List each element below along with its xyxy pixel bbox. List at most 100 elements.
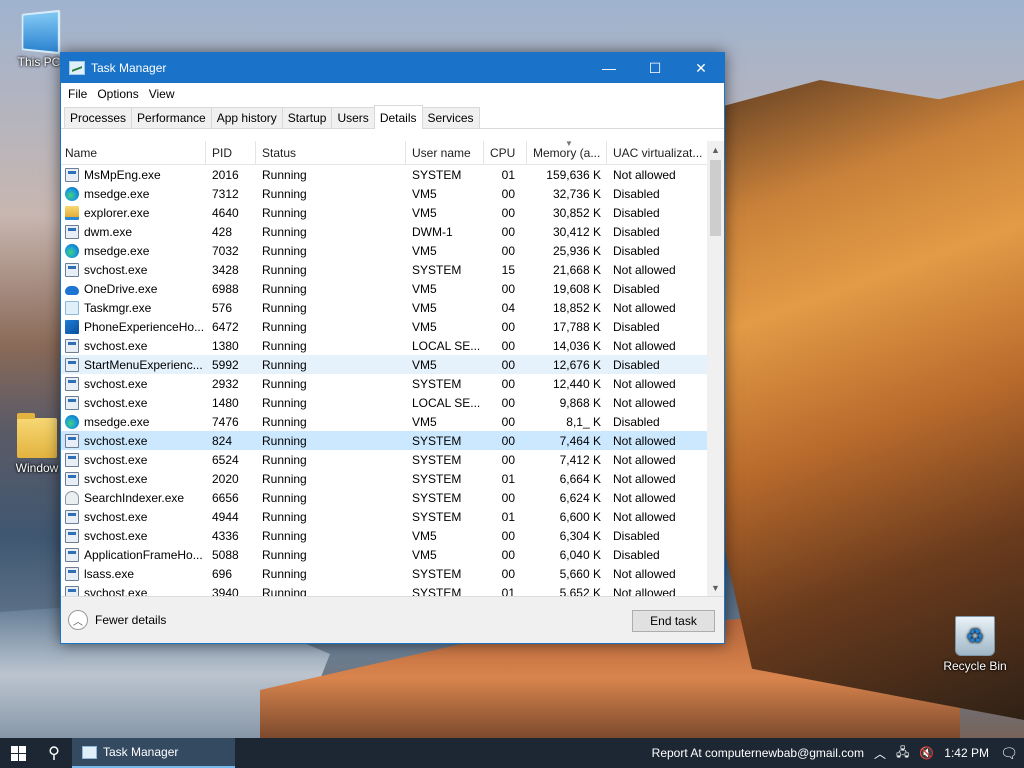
table-row[interactable]: ApplicationFrameHo... 5088 Running VM5 00 6,0… — [61, 545, 724, 564]
close-icon: ✕ — [695, 59, 707, 76]
table-row[interactable]: SearchIndexer.exe 6656 Running SYSTEM 00 6,62… — [61, 488, 724, 507]
user-cell: VM5 — [412, 205, 437, 220]
show-hidden-icons-icon[interactable]: ︿ — [869, 745, 891, 762]
tab-services[interactable]: Services — [421, 107, 480, 128]
process-name: MsMpEng.exe — [84, 167, 161, 182]
pid-cell: 1380 — [212, 338, 239, 353]
user-cell: SYSTEM — [412, 452, 462, 467]
end-task-button[interactable]: End task — [632, 610, 715, 632]
table-row[interactable]: OneDrive.exe 6988 Running VM5 00 19,608 K Disa… — [61, 279, 724, 298]
table-row[interactable]: msedge.exe 7476 Running VM5 00 8,1_ K Disabled — [61, 412, 724, 431]
table-row[interactable]: dwm.exe 428 Running DWM-1 00 30,412 K Disabled — [61, 222, 724, 241]
tab-details[interactable]: Details — [373, 105, 423, 129]
tray-report-text: Report At computernewbab@gmail.com — [651, 746, 864, 760]
search-button[interactable]: ⚲ — [36, 738, 72, 768]
tab-performance[interactable]: Performance — [131, 107, 212, 128]
process-name-cell: svchost.exe — [61, 374, 206, 393]
memory-cell: 5,652 K — [559, 585, 601, 597]
window-app-icon — [65, 262, 79, 277]
fewer-details-button[interactable]: ︿ Fewer details — [68, 610, 166, 630]
scroll-up-icon[interactable]: ▲ — [707, 141, 724, 158]
scroll-thumb[interactable] — [710, 160, 721, 236]
vertical-scrollbar[interactable]: ▲ ▼ — [707, 141, 724, 596]
notifications-icon[interactable]: 🗨 — [994, 745, 1024, 762]
user-cell: VM5 — [412, 319, 437, 334]
process-name-cell: OneDrive.exe — [61, 279, 206, 298]
window-app-icon — [65, 471, 79, 486]
taskbar-app-task-manager[interactable]: Task Manager — [72, 738, 235, 768]
table-row[interactable]: lsass.exe 696 Running SYSTEM 00 5,660 K Not al… — [61, 564, 724, 583]
pid-cell: 7476 — [212, 414, 239, 429]
table-row[interactable]: svchost.exe 4336 Running VM5 00 6,304 K Disabl… — [61, 526, 724, 545]
process-name-cell: lsass.exe — [61, 564, 206, 583]
table-row[interactable]: msedge.exe 7312 Running VM5 00 32,736 K Disabl… — [61, 184, 724, 203]
table-row[interactable]: StartMenuExperienc... 5992 Running VM5 00 12,… — [61, 355, 724, 374]
table-body: MsMpEng.exe 2016 Running SYSTEM 01 159,636 K N… — [61, 165, 724, 596]
desktop-icon-label: Recycle Bin — [943, 659, 1007, 673]
column-header-name[interactable]: Name — [61, 141, 206, 165]
menu-file[interactable]: File — [63, 87, 92, 101]
table-row[interactable]: MsMpEng.exe 2016 Running SYSTEM 01 159,636 K N… — [61, 165, 724, 184]
table-row[interactable]: explorer.exe 4640 Running VM5 00 30,852 K Disa… — [61, 203, 724, 222]
column-header-status[interactable]: Status — [256, 141, 406, 165]
window-title: Task Manager — [91, 61, 167, 75]
table-row[interactable]: svchost.exe 3940 Running SYSTEM 01 5,652 K Not… — [61, 583, 724, 596]
title-bar[interactable]: Task Manager — ☐ ✕ — [61, 53, 724, 83]
process-name: msedge.exe — [84, 186, 150, 201]
user-cell: SYSTEM — [412, 490, 462, 505]
minimize-button[interactable]: — — [586, 53, 632, 83]
memory-cell: 30,852 K — [552, 205, 601, 220]
user-cell: SYSTEM — [412, 167, 462, 182]
pid-cell: 3428 — [212, 262, 239, 277]
user-cell: SYSTEM — [412, 433, 462, 448]
cpu-cell: 00 — [501, 338, 515, 353]
tab-startup[interactable]: Startup — [281, 107, 333, 128]
status-cell: Running — [262, 585, 307, 597]
column-header-uac[interactable]: UAC virtualizat... — [607, 141, 709, 165]
tab-processes[interactable]: Processes — [64, 107, 133, 128]
uac-cell: Disabled — [613, 319, 660, 334]
cpu-cell: 00 — [501, 414, 515, 429]
column-header-cpu[interactable]: CPU — [484, 141, 527, 165]
window-app-icon — [65, 224, 79, 239]
memory-cell: 12,440 K — [552, 376, 601, 391]
table-row[interactable]: svchost.exe 2932 Running SYSTEM 00 12,440 K No… — [61, 374, 724, 393]
table-row[interactable]: svchost.exe 824 Running SYSTEM 00 7,464 K Not … — [61, 431, 724, 450]
system-tray: Report At computernewbab@gmail.com ︿ 🖧 🔇… — [647, 738, 1024, 768]
table-row[interactable]: PhoneExperienceHo... 6472 Running VM5 00 17,7… — [61, 317, 724, 336]
process-name-cell: StartMenuExperienc... — [61, 355, 206, 374]
column-header-user-name[interactable]: User name — [406, 141, 484, 165]
table-row[interactable]: svchost.exe 1480 Running LOCAL SE... 00 9,868… — [61, 393, 724, 412]
column-header-pid[interactable]: PID — [206, 141, 256, 165]
memory-cell: 12,676 K — [552, 357, 601, 372]
cpu-cell: 00 — [501, 186, 515, 201]
memory-cell: 6,304 K — [559, 528, 601, 543]
pid-cell: 2020 — [212, 471, 239, 486]
window-app-icon — [65, 395, 79, 410]
table-row[interactable]: msedge.exe 7032 Running VM5 00 25,936 K Disabl… — [61, 241, 724, 260]
memory-cell: 6,624 K — [559, 490, 601, 505]
table-row[interactable]: Taskmgr.exe 576 Running VM5 04 18,852 K Not al… — [61, 298, 724, 317]
tab-users[interactable]: Users — [331, 107, 375, 128]
table-row[interactable]: svchost.exe 6524 Running SYSTEM 00 7,412 K Not… — [61, 450, 724, 469]
close-button[interactable]: ✕ — [678, 53, 724, 83]
maximize-button[interactable]: ☐ — [632, 53, 678, 83]
tab-app-history[interactable]: App history — [210, 107, 283, 128]
table-row[interactable]: svchost.exe 1380 Running LOCAL SE... 00 14,03… — [61, 336, 724, 355]
status-cell: Running — [262, 509, 307, 524]
table-row[interactable]: svchost.exe 2020 Running SYSTEM 01 6,664 K Not… — [61, 469, 724, 488]
scroll-down-icon[interactable]: ▼ — [707, 579, 724, 596]
table-row[interactable]: svchost.exe 3428 Running SYSTEM 15 21,668 K No… — [61, 260, 724, 279]
menu-options[interactable]: Options — [92, 87, 143, 101]
start-button[interactable] — [0, 738, 36, 768]
clock[interactable]: 1:42 PM — [939, 746, 994, 760]
desktop-icon-recycle-bin[interactable]: ♻ Recycle Bin — [940, 616, 1010, 673]
volume-muted-icon[interactable]: 🔇 — [914, 746, 939, 760]
table-row[interactable]: svchost.exe 4944 Running SYSTEM 01 6,600 K Not… — [61, 507, 724, 526]
process-name: svchost.exe — [84, 585, 148, 597]
process-name: msedge.exe — [84, 243, 150, 258]
network-icon[interactable]: 🖧 — [891, 743, 914, 764]
memory-cell: 6,600 K — [559, 509, 601, 524]
menu-view[interactable]: View — [144, 87, 180, 101]
cpu-cell: 00 — [501, 528, 515, 543]
